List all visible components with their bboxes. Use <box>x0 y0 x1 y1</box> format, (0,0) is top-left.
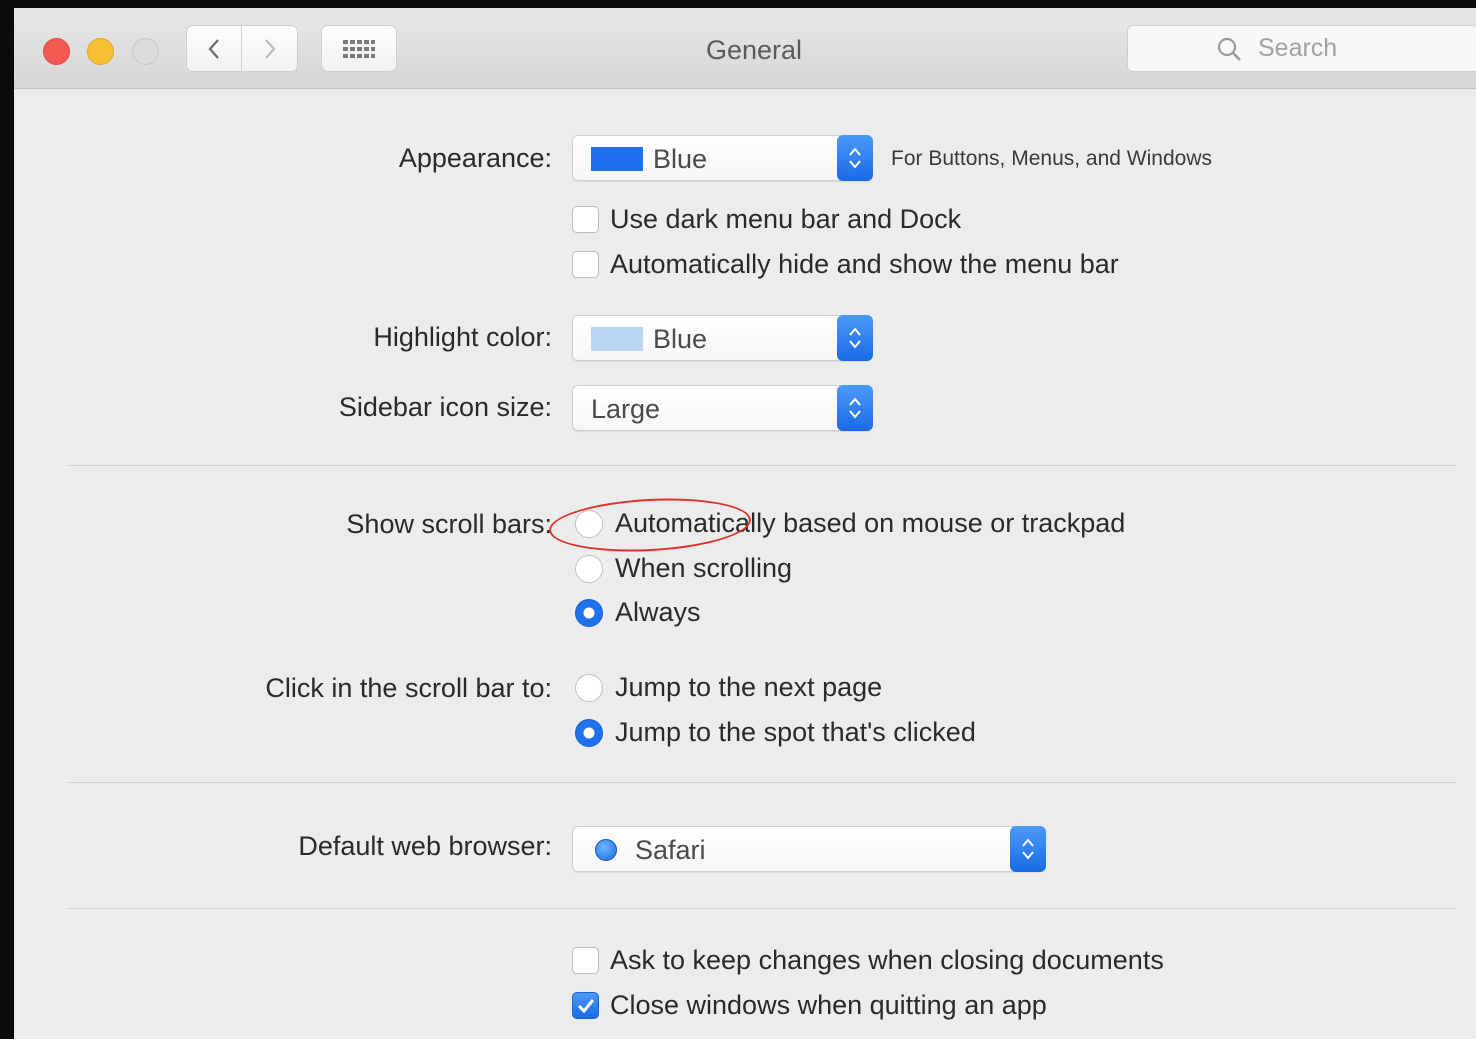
dark-menu-bar-checkbox[interactable] <box>572 206 599 233</box>
chevron-left-icon <box>208 38 219 59</box>
window-title: General <box>705 35 803 65</box>
appearance-color-swatch <box>591 147 643 171</box>
up-down-chevron-icon <box>849 327 861 349</box>
search-input[interactable] <box>1128 26 1476 71</box>
autohide-menu-bar-checkbox[interactable] <box>572 251 599 278</box>
scroll-bars-automatic-radio[interactable] <box>575 510 603 538</box>
popup-arrows <box>837 385 873 431</box>
section-divider <box>66 782 1456 783</box>
jump-to-spot-radio[interactable] <box>575 719 603 747</box>
close-windows-label: Close windows when quitting an app <box>610 990 1047 1020</box>
default-browser-value: Safari <box>635 835 706 865</box>
jump-next-page-radio[interactable] <box>575 674 603 702</box>
jump-next-page-label: Jump to the next page <box>615 672 883 702</box>
safari-icon <box>595 839 617 861</box>
show-scroll-bars-label: Show scroll bars: <box>346 509 552 539</box>
minimize-window-button[interactable] <box>87 38 114 65</box>
highlight-color-popup[interactable]: Blue <box>572 315 873 361</box>
highlight-color-value: Blue <box>653 324 708 354</box>
sidebar-icon-size-value: Large <box>591 394 661 424</box>
show-all-button[interactable] <box>321 25 397 72</box>
ask-keep-changes-label: Ask to keep changes when closing documen… <box>610 945 1164 975</box>
default-browser-label: Default web browser: <box>298 831 552 861</box>
back-button[interactable] <box>186 25 242 72</box>
ask-keep-changes-checkbox[interactable] <box>572 947 599 974</box>
close-window-button[interactable] <box>43 38 70 65</box>
grid-icon <box>343 39 375 58</box>
popup-arrows <box>837 135 873 181</box>
up-down-chevron-icon <box>849 397 861 419</box>
scroll-bars-always-label: Always <box>615 597 701 627</box>
sidebar-icon-size-popup[interactable]: Large <box>572 385 873 431</box>
appearance-popup[interactable]: Blue <box>572 135 873 181</box>
popup-arrows <box>837 315 873 361</box>
click-scroll-bar-label: Click in the scroll bar to: <box>265 673 552 703</box>
checkmark-icon <box>577 998 594 1013</box>
scroll-bars-when-scrolling-radio[interactable] <box>575 555 603 583</box>
autohide-menu-bar-label: Automatically hide and show the menu bar <box>610 249 1119 279</box>
highlight-color-swatch <box>591 327 643 351</box>
chevron-right-icon <box>264 38 275 59</box>
scroll-bars-when-scrolling-label: When scrolling <box>615 553 793 583</box>
close-windows-checkbox[interactable] <box>572 992 599 1019</box>
default-browser-popup[interactable]: Safari <box>572 826 1046 872</box>
highlight-color-label: Highlight color: <box>373 322 552 352</box>
preferences-window: General Appearance: Blue For Buttons, Me… <box>14 8 1476 1039</box>
jump-to-spot-label: Jump to the spot that's clicked <box>615 717 976 747</box>
zoom-window-button[interactable] <box>132 38 159 65</box>
up-down-chevron-icon <box>849 147 861 169</box>
appearance-note: For Buttons, Menus, and Windows <box>891 147 1212 170</box>
title-bar: General <box>14 8 1476 89</box>
dark-menu-bar-label: Use dark menu bar and Dock <box>610 204 962 234</box>
sidebar-icon-size-label: Sidebar icon size: <box>338 392 552 422</box>
section-divider <box>66 465 1456 466</box>
section-divider <box>66 908 1456 909</box>
appearance-label: Appearance: <box>398 143 552 173</box>
forward-button[interactable] <box>242 25 298 72</box>
scroll-bars-always-radio[interactable] <box>575 599 603 627</box>
scroll-bars-automatic-label: Automatically based on mouse or trackpad <box>615 508 1126 538</box>
up-down-chevron-icon <box>1022 838 1034 860</box>
popup-arrows <box>1010 826 1046 872</box>
appearance-value: Blue <box>653 144 708 174</box>
search-field[interactable] <box>1127 25 1476 72</box>
